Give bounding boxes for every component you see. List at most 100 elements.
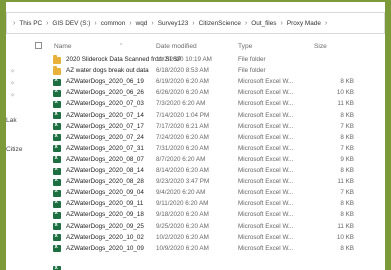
file-date-modified: 9/25/2020 6:20 AM bbox=[156, 222, 209, 230]
breadcrumb-item[interactable]: CitizenScience bbox=[199, 20, 241, 27]
chevron-right-icon: › bbox=[151, 19, 154, 27]
file-size: 8 KB bbox=[340, 211, 354, 219]
file-name: AZWaterDogs_2020_09_04 bbox=[66, 189, 144, 197]
file-type: Microsoft Excel W... bbox=[238, 100, 294, 108]
file-date-modified: 9/4/2020 6:20 AM bbox=[156, 189, 206, 197]
file-row[interactable]: AZWaterDogs_2020_08_28 9/23/2020 3:47 PM M… bbox=[30, 177, 385, 188]
nav-item-label[interactable]: Lak bbox=[6, 117, 17, 124]
sort-up-icon: ^ bbox=[120, 43, 123, 49]
breadcrumb-item[interactable]: wqd bbox=[136, 20, 148, 27]
file-date-modified: 7/14/2020 1:04 PM bbox=[156, 111, 210, 119]
chevron-right-icon: › bbox=[244, 19, 248, 27]
file-date-modified: 8/14/2020 6:20 AM bbox=[156, 167, 209, 174]
excel-file-icon bbox=[53, 244, 61, 253]
file-row[interactable]: AZWaterDogs_2020_07_17 7/17/2020 6:21 AM M… bbox=[30, 122, 385, 133]
excel-file-icon bbox=[53, 155, 61, 164]
file-date-modified: 8/7/2020 6:20 AM bbox=[156, 155, 206, 163]
excel-file-icon bbox=[53, 133, 61, 142]
file-size: 8 KB bbox=[340, 244, 354, 252]
chevron-right-icon: › bbox=[192, 19, 195, 27]
breadcrumb-item[interactable]: Proxy Made bbox=[287, 20, 321, 27]
file-type: Microsoft Excel W... bbox=[238, 133, 294, 141]
breadcrumb-item[interactable]: common bbox=[101, 20, 126, 27]
excel-file-icon bbox=[53, 122, 61, 131]
excel-file-icon bbox=[53, 77, 61, 86]
select-all-checkbox[interactable] bbox=[35, 42, 42, 49]
file-name: AZ water dogs break out data bbox=[66, 67, 149, 75]
pin-icon[interactable]: ✧ bbox=[10, 68, 15, 75]
file-size: 11 KB bbox=[337, 178, 354, 186]
breadcrumb-item[interactable]: GIS DEV (S:) bbox=[52, 20, 90, 27]
excel-file-icon bbox=[53, 166, 61, 175]
file-row[interactable]: AZWaterDogs_2020_08_14 8/14/2020 6:20 AM M… bbox=[30, 166, 385, 177]
file-row[interactable]: AZWaterDogs_2020_07_14 7/14/2020 1:04 PM M… bbox=[30, 111, 385, 122]
file-date-modified: 9/11/2020 6:20 AM bbox=[156, 200, 209, 208]
file-date-modified: 11/2/2020 10:19 AM bbox=[156, 56, 212, 63]
file-size: 7 KB bbox=[340, 189, 354, 197]
breadcrumb-item[interactable]: This PC bbox=[19, 20, 42, 27]
file-row[interactable]: AZWaterDogs_2020_07_24 7/24/2020 6:20 AM M… bbox=[30, 133, 385, 144]
pin-icon[interactable]: ✧ bbox=[10, 80, 15, 87]
file-size: 10 KB bbox=[336, 233, 354, 241]
file-row[interactable]: AZWaterDogs_2020_09_11 9/11/2020 6:20 AM M… bbox=[30, 199, 385, 210]
file-date-modified: 9/18/2020 6:20 AM bbox=[156, 211, 209, 219]
file-size: 7 KB bbox=[340, 122, 354, 130]
file-row[interactable]: AZWaterDogs_2020_07_31 7/31/2020 6:20 AM M… bbox=[30, 144, 385, 155]
breadcrumb-item[interactable]: Out_files bbox=[251, 20, 276, 27]
column-header: ^ Name Date modified Type Size bbox=[30, 36, 385, 52]
file-name: AZWaterDogs_2020_07_14 bbox=[66, 111, 144, 119]
column-type[interactable]: Type bbox=[238, 43, 252, 50]
file-row[interactable]: AZWaterDogs_2020_09_04 9/4/2020 6:20 AM Mi… bbox=[30, 188, 385, 199]
file-name: AZWaterDogs_2020_09_25 bbox=[66, 222, 144, 230]
file-date-modified: 10/9/2020 6:20 AM bbox=[156, 244, 209, 252]
file-row[interactable]: AZWaterDogs_2020_07_03 7/3/2020 6:20 AM Mi… bbox=[30, 99, 385, 110]
excel-file-icon bbox=[53, 265, 61, 270]
column-size[interactable]: Size bbox=[314, 43, 327, 50]
file-size: 10 KB bbox=[336, 89, 354, 97]
file-row[interactable]: AZWaterDogs_2020_06_26 6/26/2020 6:20 AM M… bbox=[30, 88, 385, 99]
file-date-modified: 6/18/2020 8:53 AM bbox=[156, 67, 209, 75]
file-type: Microsoft Excel W... bbox=[238, 167, 294, 174]
file-row[interactable]: AZWaterDogs_2020_10_02 10/2/2020 6:20 AM M… bbox=[30, 233, 385, 244]
file-type: Microsoft Excel W... bbox=[238, 155, 294, 163]
file-type: Microsoft Excel W... bbox=[238, 111, 294, 119]
file-size: 11 KB bbox=[337, 100, 354, 108]
file-type: Microsoft Excel W... bbox=[238, 233, 294, 241]
file-size: 8 KB bbox=[340, 111, 354, 119]
file-name: AZWaterDogs_2020_07_24 bbox=[66, 133, 144, 141]
file-name: AZWaterDogs_2020_09_11 bbox=[66, 200, 144, 208]
excel-file-icon bbox=[53, 199, 61, 208]
column-name[interactable]: Name bbox=[54, 43, 72, 50]
chevron-right-icon: › bbox=[280, 19, 283, 27]
file-type: Microsoft Excel W... bbox=[238, 189, 294, 197]
file-row[interactable]: AZWaterDogs_2020_08_07 8/7/2020 6:20 AM Mi… bbox=[30, 155, 385, 166]
file-row[interactable]: AZWaterDogs_2020_06_19 6/19/2020 6:20 AM M… bbox=[30, 77, 385, 88]
file-type: Microsoft Excel W... bbox=[238, 200, 294, 208]
file-row[interactable]: AZWaterDogs_2020_09_25 9/25/2020 6:20 AM M… bbox=[30, 222, 385, 233]
file-row[interactable]: 2020 Sliderock Data Scanned from SLSP 11/… bbox=[30, 54, 385, 66]
breadcrumb-item[interactable]: Survey123 bbox=[158, 20, 189, 27]
file-name: AZWaterDogs_2020_06_26 bbox=[66, 89, 144, 97]
chevron-right-icon: › bbox=[46, 19, 49, 27]
excel-file-icon bbox=[53, 177, 61, 186]
address-bar[interactable]: › This PC › GIS DEV (S:) › common › wqd … bbox=[6, 12, 385, 34]
file-date-modified: 6/26/2020 6:20 AM bbox=[156, 89, 209, 97]
file-date-modified: 7/3/2020 6:20 AM bbox=[156, 100, 206, 108]
nav-item-label[interactable]: Citize bbox=[6, 146, 23, 153]
file-type: Microsoft Excel W... bbox=[238, 244, 294, 252]
file-name: AZWaterDogs_2020_06_19 bbox=[66, 78, 144, 86]
file-date-modified: 9/23/2020 3:47 PM bbox=[156, 178, 210, 186]
file-date-modified: 6/19/2020 6:20 AM bbox=[156, 78, 209, 86]
file-name: AZWaterDogs_2020_07_31 bbox=[66, 144, 144, 152]
file-type: File folder bbox=[238, 56, 266, 63]
excel-file-icon bbox=[53, 188, 61, 197]
excel-file-icon bbox=[53, 210, 61, 219]
file-row[interactable]: AZWaterDogs_2020_09_18 9/18/2020 6:20 AM M… bbox=[30, 210, 385, 221]
navigation-pane: ✧ ✧ ✧ Lak Citize bbox=[6, 34, 28, 270]
file-row[interactable]: AZWaterDogs_2020_10_09 10/9/2020 6:20 AM M… bbox=[30, 244, 385, 255]
file-size: 9 KB bbox=[340, 155, 354, 163]
file-name: AZWaterDogs_2020_08_07 bbox=[66, 155, 144, 163]
column-date-modified[interactable]: Date modified bbox=[156, 43, 197, 50]
file-row[interactable]: AZ water dogs break out data 6/18/2020 8:… bbox=[30, 65, 385, 77]
pin-icon[interactable]: ✧ bbox=[10, 92, 15, 99]
